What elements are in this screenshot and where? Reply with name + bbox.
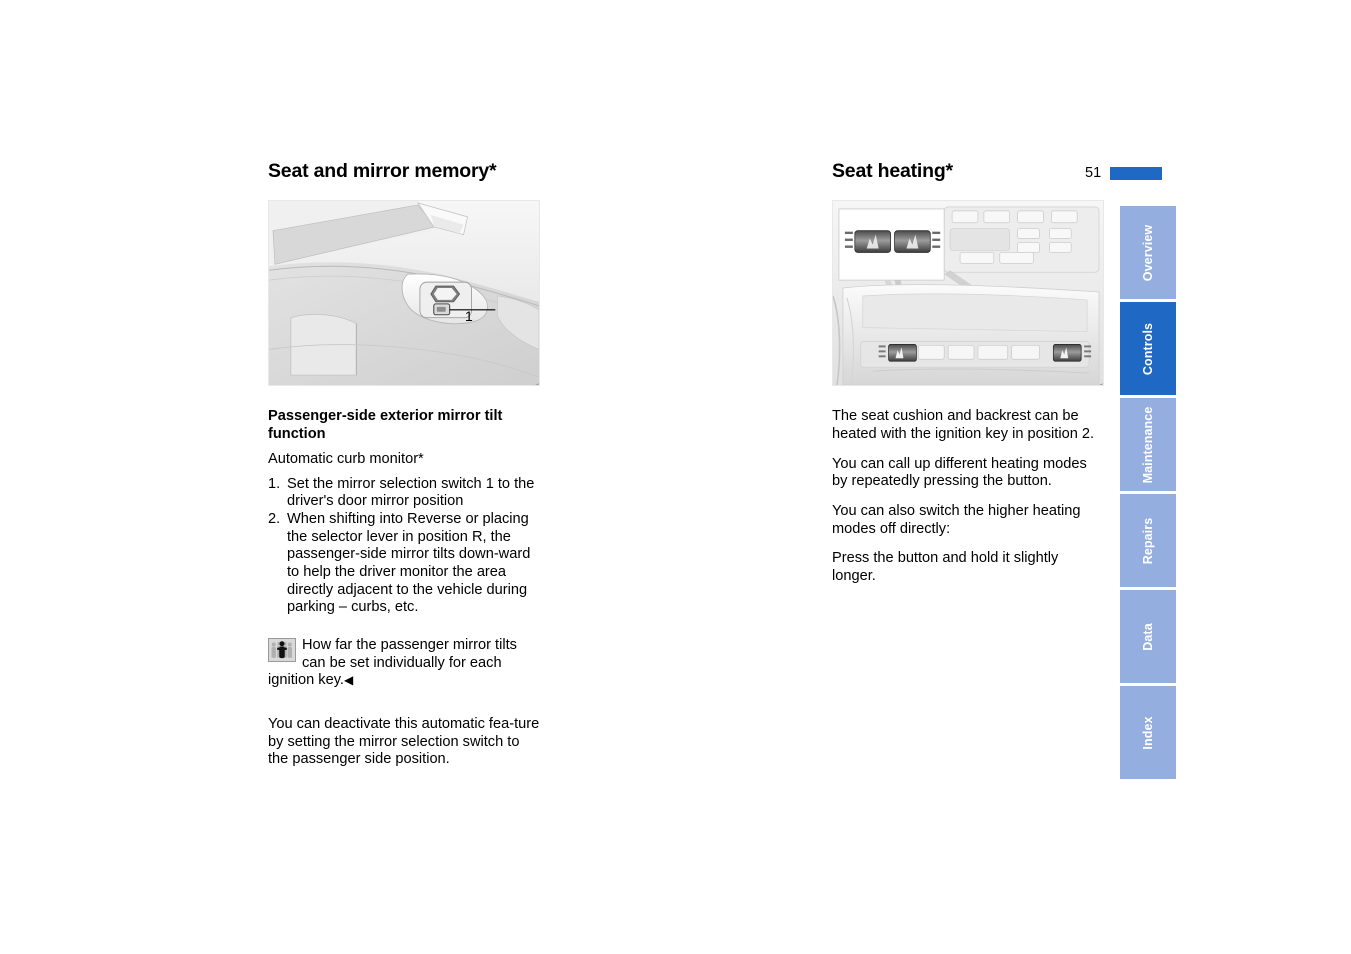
step-number: 2. — [268, 510, 281, 527]
console-illustration — [833, 201, 1103, 386]
tab-index[interactable]: Index — [1120, 686, 1176, 779]
tab-label: Data — [1141, 622, 1155, 651]
tab-label: Maintenance — [1141, 406, 1155, 483]
step-text: When shifting into Reverse or placing th… — [287, 510, 531, 616]
right-column: Seat heating* The seat cushion and backr… — [832, 160, 1104, 598]
note-body: How far the passenger mirror tilts can b… — [268, 636, 517, 689]
tab-overview[interactable]: Overview — [1120, 206, 1176, 299]
note-block: How far the passenger mirror tilts can b… — [268, 637, 540, 690]
paragraph-press-hold: Press the button and hold it slightly lo… — [832, 550, 1059, 585]
door-panel-illustration — [269, 201, 539, 386]
tab-maintenance[interactable]: Maintenance — [1120, 398, 1176, 491]
page-title-right: Seat heating* — [832, 160, 953, 182]
step-number: 1. — [268, 475, 281, 492]
intro-text: Automatic curb monitor* — [268, 451, 424, 468]
page-accent-bar — [1110, 166, 1163, 180]
paragraph-switch-off: You can also switch the higher heating m… — [832, 503, 1081, 537]
list-item: 2. When shifting into Reverse or placing… — [268, 511, 540, 617]
tab-label: Index — [1141, 715, 1155, 750]
paragraph-heating-intro: The seat cushion and backrest can be hea… — [832, 408, 1095, 443]
figure-code-left: MV01048CMA — [532, 383, 539, 385]
figure-seat-heating: MV09134CMA — [832, 200, 1104, 387]
manual-page: 51 Seat and mirror memory* 1 Passenger-s… — [0, 0, 1351, 954]
persons-icon — [268, 637, 296, 662]
paragraph-heating-modes: You can call up different heating modes … — [832, 455, 1087, 490]
note-text: How far the passenger mirror tilts can b… — [268, 637, 540, 690]
figure-callout-1: 1 — [465, 308, 473, 324]
persons-icon-glyph — [269, 638, 295, 661]
tab-label: Overview — [1141, 224, 1155, 281]
list-item: 1. Set the mirror selection switch 1 to … — [268, 476, 540, 511]
closing-paragraph: You can deactivate this automatic fea-tu… — [268, 715, 540, 768]
section-tabs: Overview Controls Maintenance Repairs Da… — [1120, 206, 1176, 782]
tab-data[interactable]: Data — [1120, 590, 1176, 683]
tab-repairs[interactable]: Repairs — [1120, 494, 1176, 587]
figure-mirror-switch: MV01048CMA — [268, 200, 540, 387]
steps-list: 1. Set the mirror selection switch 1 to … — [268, 476, 540, 617]
step-text: Set the mirror selection switch 1 to the… — [287, 475, 535, 510]
tab-label: Repairs — [1141, 517, 1155, 564]
tab-controls[interactable]: Controls — [1120, 302, 1176, 395]
page-title-left: Seat and mirror memory* — [268, 160, 497, 182]
tab-label: Controls — [1141, 322, 1155, 375]
figure-code-right: MV09134CMA — [1096, 383, 1103, 385]
left-column: Seat and mirror memory* 1 Passenger-side… — [268, 160, 540, 781]
note-end-marker: ◀ — [343, 673, 354, 688]
section-heading-mirror-tilt: Passenger-side exterior mirror tilt func… — [268, 408, 503, 443]
